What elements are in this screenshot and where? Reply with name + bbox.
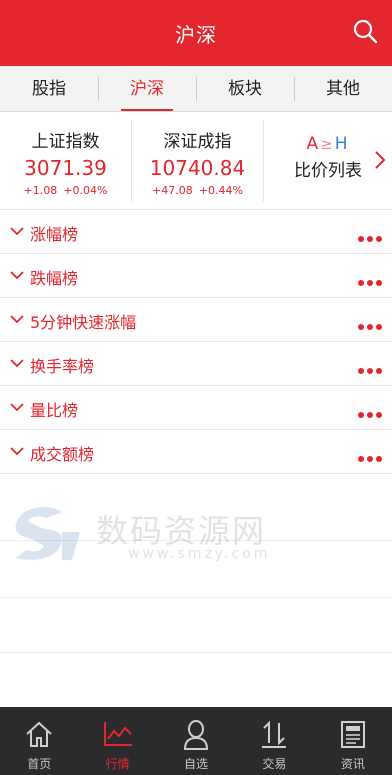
ah-logo-icon: A≥H — [264, 134, 392, 154]
tabbar-label: 资讯 — [340, 757, 365, 771]
more-icon[interactable] — [358, 359, 386, 374]
tabbar-label: 自选 — [184, 757, 209, 771]
ranking-row-5min-rise[interactable]: 5分钟快速涨幅 — [0, 298, 392, 342]
chevron-down-icon — [10, 447, 24, 456]
index-value: 10740.84 — [149, 156, 246, 180]
tab-index[interactable]: 股指 — [0, 66, 98, 111]
watermark-logo-icon — [15, 507, 80, 560]
divider — [0, 597, 392, 598]
tabbar-item-trade[interactable]: 交易 — [235, 707, 313, 775]
ah-compare-card[interactable]: A≥H 比价列表 — [264, 112, 392, 210]
index-summary: 上证指数 3071.39 +1.08 +0.04% 深证成指 10740.84 +… — [0, 112, 392, 210]
index-name: 深证成指 — [163, 132, 232, 152]
tabbar-label: 行情 — [105, 757, 130, 771]
more-icon[interactable] — [358, 315, 386, 330]
more-icon[interactable] — [358, 271, 386, 286]
news-icon — [340, 721, 365, 748]
tabbar-item-news[interactable]: 资讯 — [314, 707, 392, 775]
tab-label: 沪深 — [130, 79, 164, 99]
ranking-list: 涨幅榜 跌幅榜 5分钟快速涨幅 换手率榜 量比榜 成交额榜 — [0, 210, 392, 474]
index-change-percent: +0.04% — [63, 184, 108, 197]
chevron-down-icon — [10, 271, 24, 280]
more-icon[interactable] — [358, 403, 386, 418]
chevron-down-icon — [10, 315, 24, 324]
ranking-row-losers[interactable]: 跌幅榜 — [0, 254, 392, 298]
home-icon — [26, 721, 52, 747]
market-tabs: 股指 沪深 板块 其他 — [0, 66, 392, 112]
transfer-icon — [262, 720, 287, 748]
index-change: +47.08 +0.44% — [132, 184, 263, 197]
ah-logo-sep: ≥ — [320, 135, 335, 153]
more-icon[interactable] — [358, 227, 386, 242]
chart-icon — [103, 722, 132, 746]
ranking-row-turnover-amount[interactable]: 成交额榜 — [0, 430, 392, 474]
chevron-right-icon — [375, 151, 386, 169]
ranking-row-gainers[interactable]: 涨幅榜 — [0, 210, 392, 254]
watermark-url: www.smzy.com — [128, 546, 271, 562]
bottom-tab-bar: 首页 行情 自选 交易 资讯 — [0, 707, 392, 775]
ranking-label: 跌幅榜 — [30, 269, 79, 288]
app-header: 沪深 — [0, 0, 392, 66]
ranking-label: 5分钟快速涨幅 — [30, 313, 137, 332]
page-title: 沪深 — [175, 23, 217, 47]
ah-logo-h: H — [334, 134, 350, 154]
chevron-down-icon — [10, 403, 24, 412]
tabbar-item-market[interactable]: 行情 — [78, 707, 156, 775]
ah-logo-a: A — [306, 134, 321, 154]
ranking-row-volume-ratio[interactable]: 量比榜 — [0, 386, 392, 430]
index-value: 3071.39 — [24, 156, 107, 180]
ranking-label: 量比榜 — [30, 401, 79, 420]
ah-compare-label: 比价列表 — [294, 161, 362, 181]
tab-other[interactable]: 其他 — [294, 66, 392, 111]
tab-label: 其他 — [326, 79, 360, 99]
tabbar-item-home[interactable]: 首页 — [0, 707, 78, 775]
ranking-label: 涨幅榜 — [30, 225, 79, 244]
index-card-shanghai[interactable]: 上证指数 3071.39 +1.08 +0.04% — [0, 112, 131, 210]
tab-label: 板块 — [228, 79, 262, 99]
index-change-amount: +1.08 — [23, 184, 58, 197]
active-tab-underline — [121, 109, 173, 111]
divider — [0, 652, 392, 653]
tabbar-label: 交易 — [262, 757, 287, 771]
index-name: 上证指数 — [31, 132, 100, 152]
ranking-row-turnover-rate[interactable]: 换手率榜 — [0, 342, 392, 386]
tab-sector[interactable]: 板块 — [196, 66, 294, 111]
chevron-down-icon — [10, 359, 24, 368]
ranking-label: 成交额榜 — [30, 445, 95, 464]
more-icon[interactable] — [358, 447, 386, 462]
tab-shanghai-shenzhen[interactable]: 沪深 — [98, 66, 196, 111]
index-change: +1.08 +0.04% — [0, 184, 131, 197]
search-icon[interactable] — [352, 18, 378, 44]
index-card-shenzhen[interactable]: 深证成指 10740.84 +47.08 +0.44% — [132, 112, 263, 210]
tabbar-label: 首页 — [27, 757, 52, 771]
tab-label: 股指 — [32, 79, 66, 99]
index-change-amount: +47.08 — [152, 184, 193, 197]
tabbar-item-watchlist[interactable]: 自选 — [157, 707, 235, 775]
index-change-percent: +0.44% — [198, 184, 243, 197]
ranking-label: 换手率榜 — [30, 357, 95, 376]
user-icon — [184, 720, 209, 750]
chevron-down-icon — [10, 227, 24, 236]
watermark: 数码资源网 www.smzy.com — [0, 500, 392, 570]
